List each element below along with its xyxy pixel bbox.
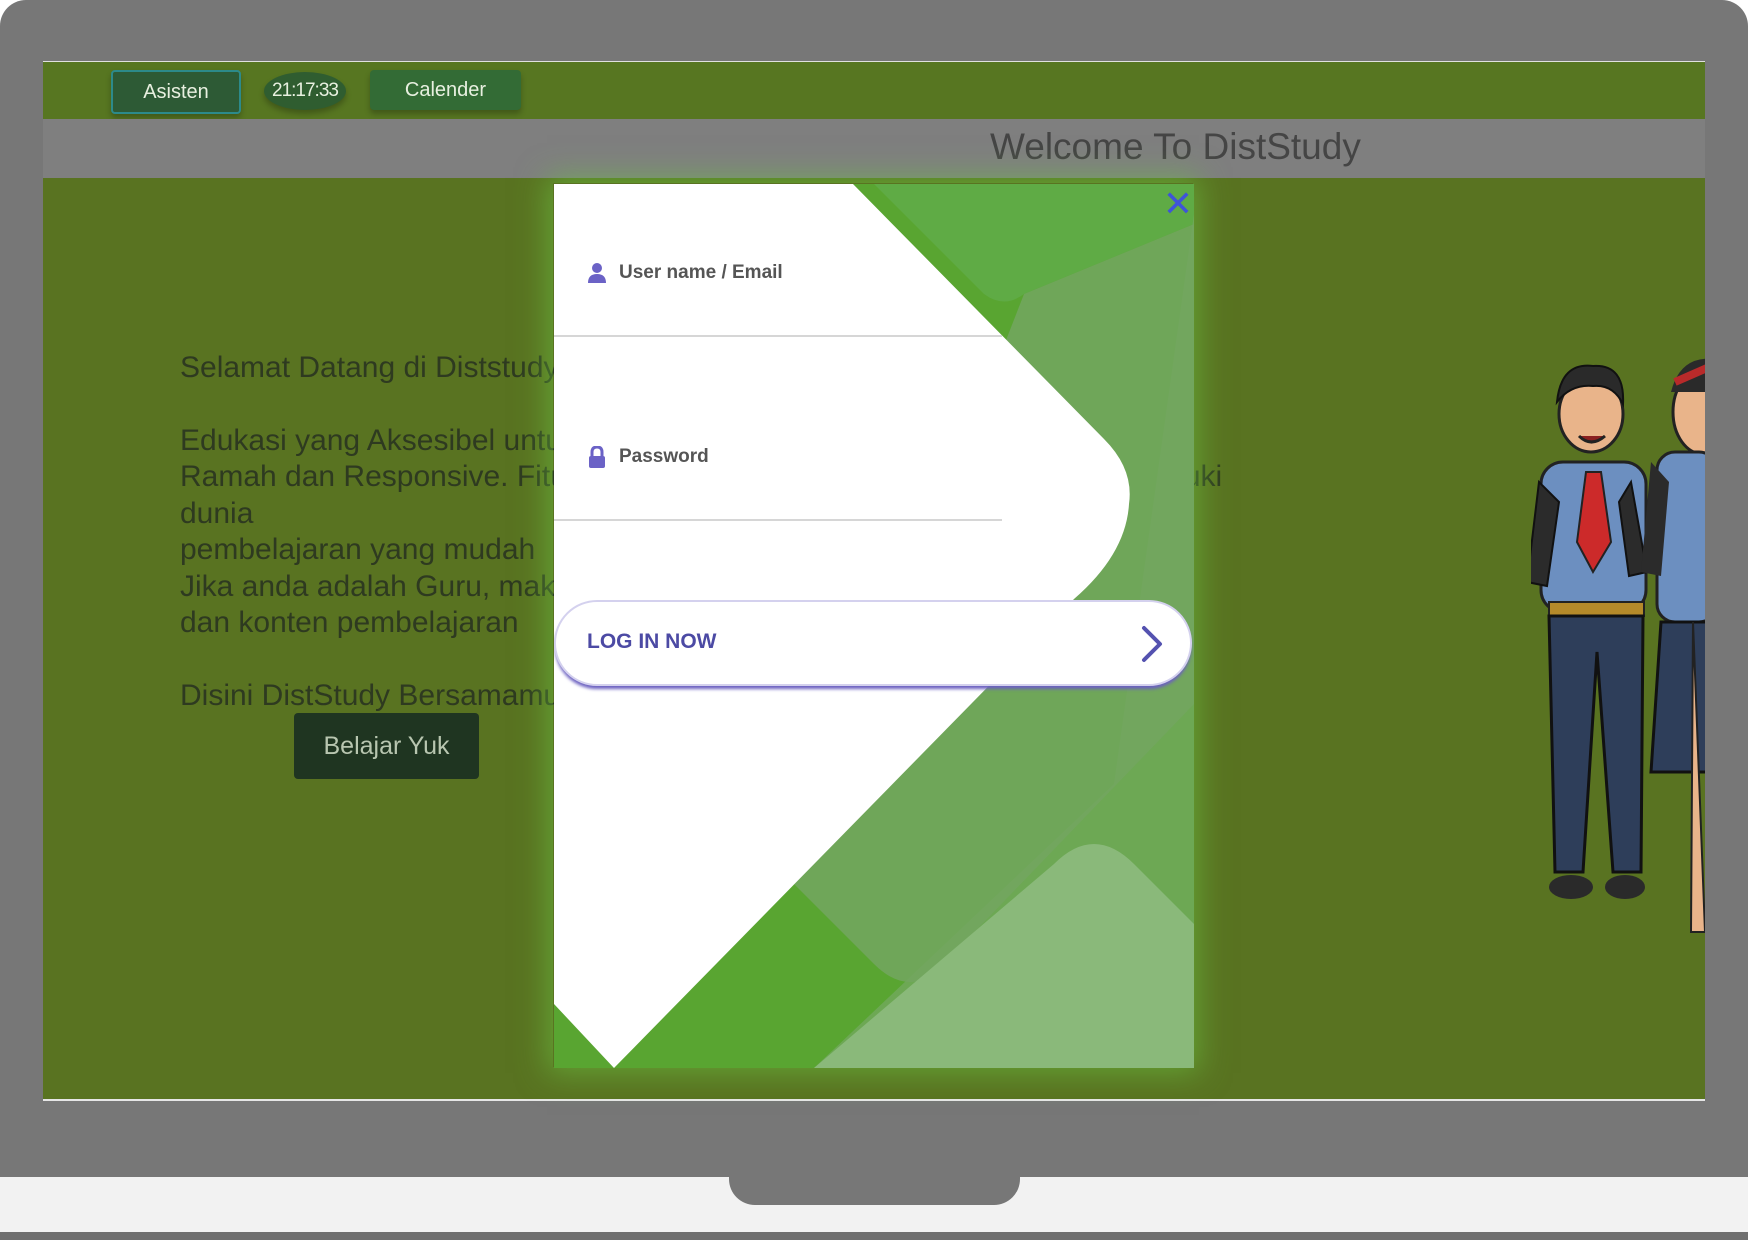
chevron-right-icon	[1142, 626, 1162, 662]
user-icon	[588, 263, 606, 283]
welcome-banner: Welcome To DistStudy	[43, 119, 1705, 178]
students-illustration	[1531, 358, 1705, 933]
calender-button[interactable]: Calender	[370, 70, 521, 110]
password-underline	[554, 519, 1002, 521]
close-icon: ✕	[1162, 184, 1194, 225]
username-label-text: User name / Email	[619, 262, 783, 283]
username-input[interactable]	[554, 284, 1006, 326]
password-input[interactable]	[554, 470, 1006, 512]
lock-icon	[589, 446, 605, 468]
password-label-text: Password	[619, 446, 709, 467]
asisten-button[interactable]: Asisten	[111, 70, 241, 114]
login-modal: ✕ User name / Email Password LOG IN NOW	[554, 184, 1194, 1068]
top-navbar: Asisten 21:17:33 Calender	[43, 62, 1705, 119]
username-label: User name / Email	[587, 262, 783, 284]
login-button-label: LOG IN NOW	[587, 630, 717, 653]
login-button[interactable]: LOG IN NOW	[554, 600, 1192, 686]
laptop-notch	[729, 1177, 1020, 1205]
laptop-base-edge	[0, 1232, 1748, 1240]
belajar-yuk-button[interactable]: Belajar Yuk	[294, 713, 479, 779]
password-label: Password	[587, 446, 709, 468]
close-button[interactable]: ✕	[1161, 187, 1194, 223]
clock-display: 21:17:33	[264, 72, 346, 110]
page-title: Welcome To DistStudy	[990, 126, 1361, 167]
username-underline	[554, 335, 1002, 337]
